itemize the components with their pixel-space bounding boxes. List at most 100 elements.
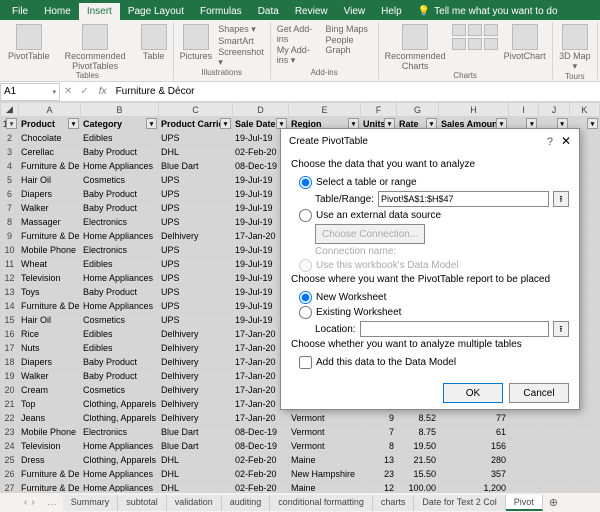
col-header[interactable]: E: [289, 103, 361, 117]
cell[interactable]: Dress: [19, 453, 81, 467]
cell[interactable]: 08-Dec-19: [233, 425, 289, 439]
cell[interactable]: Delhivery: [159, 383, 233, 397]
cell[interactable]: 280: [439, 453, 509, 467]
cell[interactable]: Nuts: [19, 341, 81, 355]
sheet-tab[interactable]: Date for Text 2 Col: [414, 495, 505, 511]
cell[interactable]: New Hampshire: [289, 467, 361, 481]
row-header[interactable]: 23: [1, 425, 19, 439]
enter-icon[interactable]: ✓: [76, 86, 92, 97]
cell[interactable]: UPS: [159, 285, 233, 299]
cell[interactable]: 02-Feb-20: [233, 481, 289, 493]
row-header[interactable]: 10: [1, 243, 19, 257]
cell[interactable]: Baby Product: [81, 355, 159, 369]
close-icon[interactable]: ✕: [561, 134, 571, 148]
cell[interactable]: 156: [439, 439, 509, 453]
table-row[interactable]: 27Furniture & DeHome AppliancesDHL02-Feb…: [1, 481, 600, 493]
table-row[interactable]: 24TelevisionHome AppliancesBlue Dart08-D…: [1, 439, 600, 453]
select-all[interactable]: ◢: [1, 103, 19, 117]
cell[interactable]: Cosmetics: [81, 173, 159, 187]
cell[interactable]: Home Appliances: [81, 159, 159, 173]
table-row[interactable]: 22JeansClothing, ApparelsDelhivery17-Jan…: [1, 411, 600, 425]
cell[interactable]: Chocolate: [19, 131, 81, 145]
bing-maps-button[interactable]: Bing Maps: [326, 24, 372, 34]
cell[interactable]: Baby Product: [81, 369, 159, 383]
row-header[interactable]: 20: [1, 383, 19, 397]
cell[interactable]: UPS: [159, 215, 233, 229]
cell[interactable]: Home Appliances: [81, 271, 159, 285]
range-picker-icon[interactable]: ⭱: [553, 191, 569, 207]
cell[interactable]: 23: [361, 467, 397, 481]
row-header[interactable]: 18: [1, 355, 19, 369]
row-header[interactable]: 12: [1, 271, 19, 285]
cell[interactable]: 12: [361, 481, 397, 493]
cell[interactable]: UPS: [159, 201, 233, 215]
sheet-tab[interactable]: conditional formatting: [270, 495, 373, 511]
menu-review[interactable]: Review: [287, 3, 336, 20]
tell-me[interactable]: 💡 Tell me what you want to do: [410, 3, 566, 20]
cell[interactable]: Delhivery: [159, 341, 233, 355]
cell[interactable]: Hair Oil: [19, 313, 81, 327]
table-button[interactable]: Table: [141, 24, 167, 61]
cell[interactable]: Home Appliances: [81, 467, 159, 481]
cell[interactable]: Furniture & De: [19, 467, 81, 481]
cell[interactable]: Mobile Phone: [19, 243, 81, 257]
menu-insert[interactable]: Insert: [79, 3, 120, 20]
cell[interactable]: Toys: [19, 285, 81, 299]
cell[interactable]: Top: [19, 397, 81, 411]
cell[interactable]: 8.75: [397, 425, 439, 439]
rec-charts-button[interactable]: Recommended Charts: [385, 24, 446, 71]
cell[interactable]: 17-Jan-20: [233, 411, 289, 425]
pivotchart-button[interactable]: PivotChart: [504, 24, 546, 61]
cell[interactable]: UPS: [159, 173, 233, 187]
col-header[interactable]: F: [361, 103, 397, 117]
table-row[interactable]: 26Furniture & DeHome AppliancesDHL02-Feb…: [1, 467, 600, 481]
row-header[interactable]: 7: [1, 201, 19, 215]
cell[interactable]: Home Appliances: [81, 481, 159, 493]
cell[interactable]: 15.50: [397, 467, 439, 481]
radio-existing-ws[interactable]: Existing Worksheet: [299, 306, 569, 319]
cell[interactable]: 19.50: [397, 439, 439, 453]
people-graph-button[interactable]: People Graph: [326, 35, 372, 55]
sheet-tab[interactable]: charts: [373, 495, 415, 511]
cell[interactable]: Furniture & De: [19, 229, 81, 243]
row-header[interactable]: 1: [1, 117, 19, 131]
cell[interactable]: Furniture & De: [19, 159, 81, 173]
cell[interactable]: Baby Product: [81, 187, 159, 201]
sheet-tab[interactable]: subtotal: [118, 495, 167, 511]
pictures-button[interactable]: Pictures: [180, 24, 213, 61]
cell[interactable]: Delhivery: [159, 327, 233, 341]
row-header[interactable]: 14: [1, 299, 19, 313]
chart-type-icon[interactable]: [484, 24, 498, 36]
cell[interactable]: 8.52: [397, 411, 439, 425]
cell[interactable]: Furniture & De: [19, 481, 81, 493]
radio-select-range[interactable]: Select a table or range: [299, 176, 569, 189]
cell[interactable]: 7: [361, 425, 397, 439]
cell[interactable]: 100.00: [397, 481, 439, 493]
cell[interactable]: Television: [19, 271, 81, 285]
get-addins-button[interactable]: Get Add-ins: [277, 24, 320, 44]
table-header-cell[interactable]: Product Carrier: [159, 117, 233, 131]
cell[interactable]: Electronics: [81, 425, 159, 439]
cell[interactable]: 02-Feb-20: [233, 467, 289, 481]
cell[interactable]: Baby Product: [81, 201, 159, 215]
cell[interactable]: UPS: [159, 187, 233, 201]
table-header-cell[interactable]: Category: [81, 117, 159, 131]
chart-type-icon[interactable]: [452, 24, 466, 36]
cell[interactable]: UPS: [159, 243, 233, 257]
rec-pivottables-button[interactable]: Recommended PivotTables: [56, 24, 135, 71]
cell[interactable]: UPS: [159, 299, 233, 313]
cell[interactable]: Home Appliances: [81, 439, 159, 453]
cell[interactable]: DHL: [159, 453, 233, 467]
menu-page-layout[interactable]: Page Layout: [120, 3, 192, 20]
cell[interactable]: Cosmetics: [81, 383, 159, 397]
cell[interactable]: Delhivery: [159, 355, 233, 369]
cell[interactable]: Cream: [19, 383, 81, 397]
cell[interactable]: Edibles: [81, 257, 159, 271]
cell[interactable]: Home Appliances: [81, 299, 159, 313]
cell[interactable]: 02-Feb-20: [233, 453, 289, 467]
cell[interactable]: 1,200: [439, 481, 509, 493]
menu-view[interactable]: View: [336, 3, 374, 20]
cell[interactable]: Furniture & De: [19, 299, 81, 313]
cell[interactable]: 9: [361, 411, 397, 425]
cell[interactable]: Edibles: [81, 131, 159, 145]
